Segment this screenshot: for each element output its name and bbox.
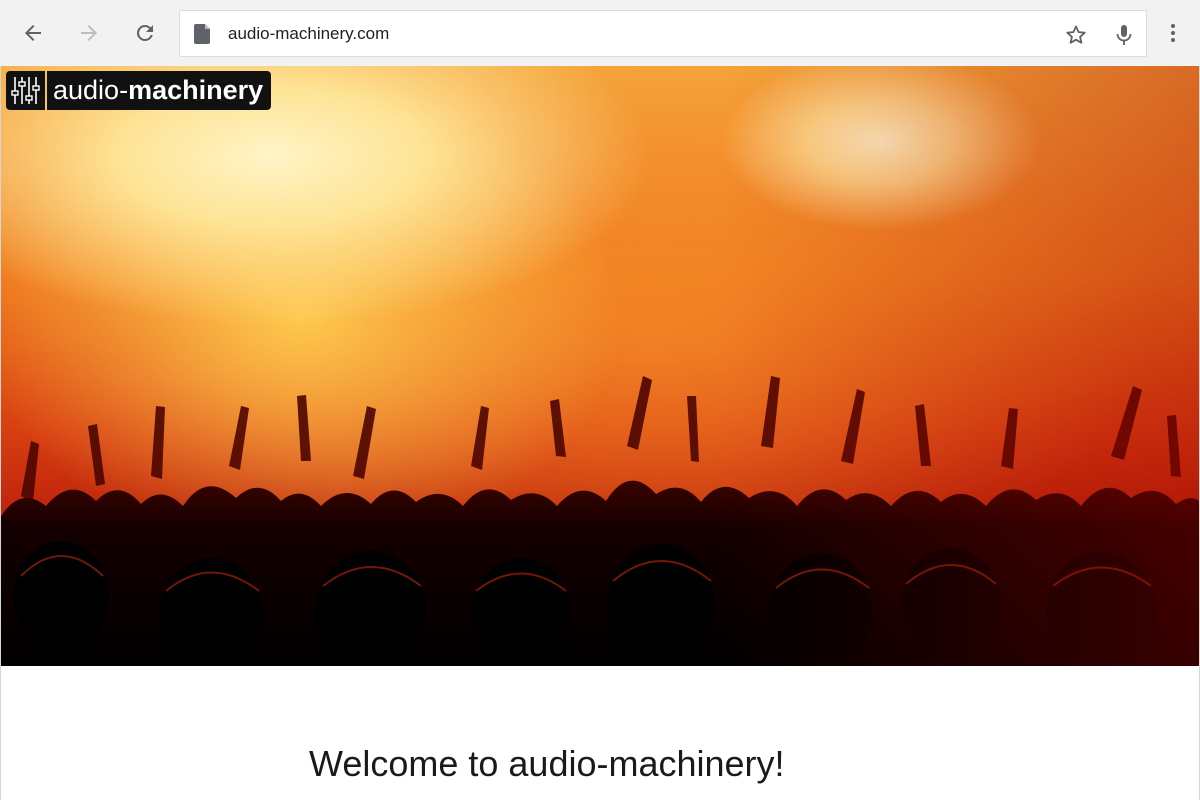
- kebab-menu-icon: [1171, 24, 1175, 42]
- back-arrow-icon: [25, 25, 41, 41]
- page-viewport: audio-machinery Welcome to audio-machine…: [0, 66, 1200, 800]
- hero-banner: audio-machinery: [1, 66, 1199, 666]
- browser-toolbar: audio-machinery.com: [0, 0, 1200, 66]
- mixer-sliders-icon: [6, 71, 45, 110]
- crowd-silhouette-image: [1, 376, 1199, 666]
- url-text[interactable]: audio-machinery.com: [228, 24, 389, 44]
- logo-wordmark: audio-machinery: [47, 71, 272, 110]
- reload-button[interactable]: [129, 17, 161, 49]
- address-bar[interactable]: audio-machinery.com: [179, 10, 1147, 57]
- logo-text-light: audio-: [53, 75, 129, 105]
- site-logo[interactable]: audio-machinery: [6, 71, 272, 110]
- page-icon: [194, 24, 210, 44]
- logo-text-bold: machinery: [128, 75, 264, 105]
- back-button[interactable]: [17, 17, 49, 49]
- bookmark-button[interactable]: [1062, 21, 1090, 49]
- star-icon: [1066, 25, 1086, 44]
- microphone-icon: [1116, 25, 1132, 45]
- forward-button[interactable]: [73, 17, 105, 49]
- welcome-heading: Welcome to audio-machinery!: [309, 743, 785, 784]
- voice-search-button[interactable]: [1110, 21, 1138, 49]
- forward-arrow-icon: [81, 25, 97, 41]
- browser-menu-button[interactable]: [1158, 18, 1188, 48]
- reload-icon: [136, 24, 153, 41]
